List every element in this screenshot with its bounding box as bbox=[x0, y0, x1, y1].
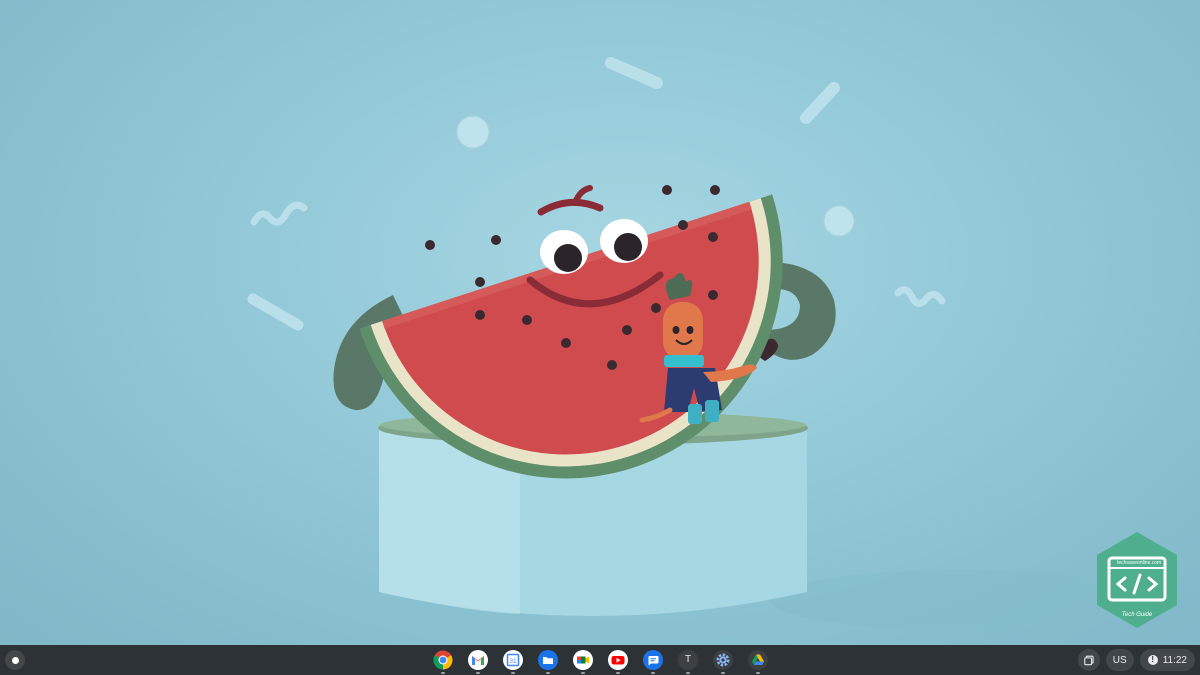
floating-squiggle bbox=[894, 286, 946, 307]
shelf-taskbar: 31 T US ! 11:22 bbox=[0, 645, 1200, 675]
holding-space-button[interactable] bbox=[1077, 649, 1100, 671]
shelf-app-files[interactable] bbox=[536, 649, 560, 674]
wallpaper-illustration bbox=[247, 57, 1150, 630]
shelf-app-settings[interactable] bbox=[711, 649, 735, 674]
clock-time: 11:22 bbox=[1162, 654, 1187, 666]
floating-rod bbox=[247, 293, 304, 331]
meet-icon bbox=[573, 650, 593, 670]
holding-space-icon bbox=[1083, 655, 1094, 665]
messages-icon bbox=[643, 650, 663, 670]
floating-sphere bbox=[456, 115, 490, 149]
settings-gear-icon bbox=[713, 650, 733, 670]
drive-icon bbox=[748, 650, 768, 670]
calendar-date: 31 bbox=[509, 658, 517, 665]
shelf-app-messages[interactable] bbox=[641, 649, 665, 674]
shelf-app-gmail[interactable] bbox=[466, 649, 490, 674]
shelf-app-meet[interactable] bbox=[571, 649, 595, 674]
files-icon bbox=[538, 650, 558, 670]
floating-rod bbox=[605, 57, 663, 89]
watermark-site: techsaveonline.com bbox=[1117, 560, 1162, 566]
watermark-caption: Tech Guide bbox=[1121, 612, 1153, 618]
shelf-app-calendar[interactable]: 31 bbox=[501, 649, 525, 674]
calendar-icon: 31 bbox=[503, 650, 523, 670]
chrome-icon bbox=[433, 650, 453, 670]
shelf-app-drive[interactable] bbox=[746, 649, 770, 674]
system-tray-button[interactable]: ! 11:22 bbox=[1139, 649, 1195, 671]
status-area: US ! 11:22 bbox=[1077, 649, 1195, 671]
launcher-circle-icon bbox=[11, 656, 19, 664]
watermark-logo: techsaveonline.com Tech Guide bbox=[1095, 530, 1179, 630]
pinned-apps: 31 T bbox=[431, 649, 770, 674]
shelf-app-youtube[interactable] bbox=[606, 649, 630, 674]
ime-menu-button[interactable]: US bbox=[1105, 649, 1134, 671]
shelf-app-chrome[interactable] bbox=[431, 649, 455, 674]
gmail-icon bbox=[468, 650, 488, 670]
floating-rod bbox=[800, 82, 840, 124]
youtube-icon bbox=[608, 650, 628, 670]
desktop-wallpaper bbox=[0, 0, 1200, 645]
shelf-app-t[interactable]: T bbox=[676, 649, 700, 674]
floating-squiggle bbox=[250, 201, 308, 226]
launcher-button[interactable] bbox=[5, 650, 25, 670]
info-icon: ! bbox=[1147, 655, 1158, 665]
letter-avatar-icon: T bbox=[678, 650, 698, 670]
floating-sphere bbox=[823, 205, 855, 237]
